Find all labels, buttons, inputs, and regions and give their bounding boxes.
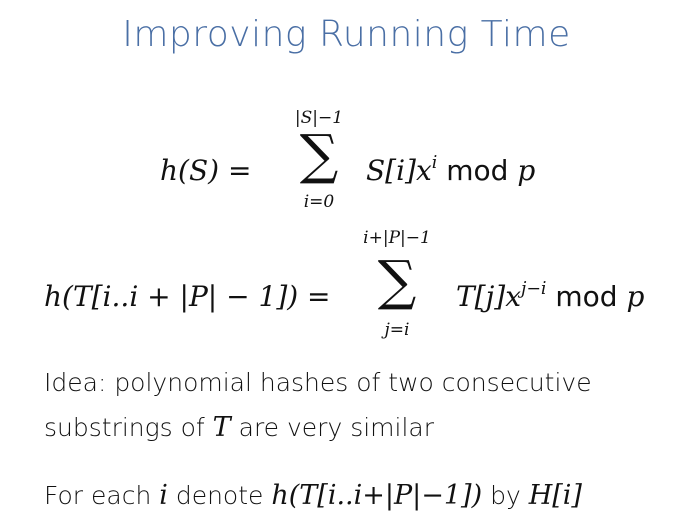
- eq2-lhs: h(T[i..i + |P| − 1]) =: [44, 280, 331, 313]
- sigma-symbol: ∑: [299, 123, 339, 186]
- eq2-modulus: p: [626, 280, 645, 313]
- eq1-rhs-term: S[i]x: [366, 154, 432, 187]
- sigma-symbol: ∑: [377, 249, 417, 312]
- eq1-summation: |S|−1 ∑ i=0: [278, 108, 360, 218]
- foreach-i: i: [159, 480, 168, 511]
- foreach-expression: h(T[i..i+|P|−1]): [271, 480, 483, 511]
- eq1-lhs: h(S) =: [160, 154, 252, 187]
- eq2-rhs: T[j]xj−i mod p: [456, 280, 644, 313]
- idea-line-1: Idea: polynomial hashes of two consecuti…: [44, 368, 592, 397]
- eq2-summation: i+|P|−1 ∑ j=i: [342, 228, 452, 358]
- eq1-sum-lower-limit: i=0: [303, 192, 335, 212]
- eq2-mod: mod: [546, 280, 627, 313]
- hash-definition-equation: h(S) = |S|−1 ∑ i=0 S[i]xi mod p: [160, 108, 580, 218]
- idea-line-2: substrings of T are very similar: [44, 412, 434, 443]
- idea-line-2-T: T: [212, 412, 231, 443]
- idea-line-2-pre: substrings of: [44, 413, 213, 442]
- foreach-line: For each i denote h(T[i..i+|P|−1]) by H[…: [44, 480, 582, 511]
- eq2-rhs-term: T[j]x: [456, 280, 521, 313]
- slide: Improving Running Time h(S) = |S|−1 ∑ i=…: [0, 0, 693, 527]
- foreach-H: H[i]: [528, 480, 582, 511]
- foreach-mid: denote: [167, 481, 272, 510]
- eq1-mod: mod: [437, 154, 518, 187]
- foreach-pre: For each: [44, 481, 160, 510]
- eq1-rhs: S[i]xi mod p: [366, 154, 535, 187]
- idea-line-2-post: are very similar: [230, 413, 435, 442]
- eq1-modulus: p: [517, 154, 536, 187]
- eq2-sum-lower-limit: j=i: [384, 320, 410, 340]
- eq2-sum-upper-limit: i+|P|−1: [363, 228, 431, 248]
- eq2-rhs-exponent: j−i: [521, 278, 547, 299]
- substring-hash-equation: h(T[i..i + |P| − 1]) = i+|P|−1 ∑ j=i T[j…: [44, 228, 684, 358]
- slide-title: Improving Running Time: [122, 14, 571, 55]
- foreach-by: by: [482, 481, 529, 510]
